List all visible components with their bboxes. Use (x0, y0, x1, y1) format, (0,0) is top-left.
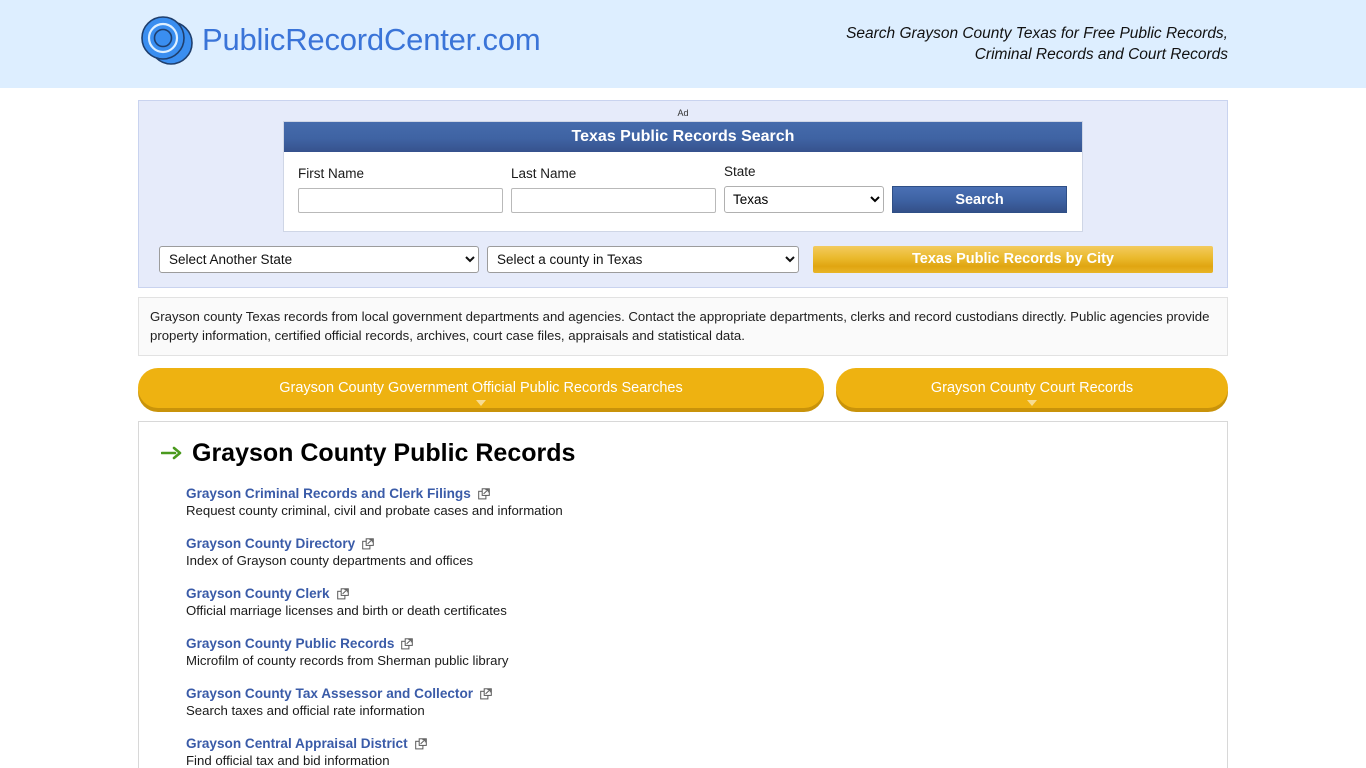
first-name-field-group: First Name (298, 166, 503, 213)
county-description: Grayson county Texas records from local … (138, 297, 1228, 356)
court-records-label: Grayson County Court Records (930, 380, 1134, 396)
chevron-down-icon (476, 400, 486, 406)
last-name-label: Last Name (511, 166, 577, 181)
external-link-icon (401, 637, 414, 650)
record-link-description: Request county criminal, civil and proba… (186, 503, 563, 518)
list-item: Grayson County Directory Index of Grayso… (186, 536, 1211, 570)
record-link[interactable]: Grayson County Clerk (186, 586, 330, 601)
texas-records-search-widget: Texas Public Records Search First Name L… (283, 121, 1083, 232)
list-item: Grayson County Public Records Microfilm … (186, 636, 1211, 670)
record-link[interactable]: Grayson County Directory (186, 536, 355, 551)
green-right-arrow-icon (160, 441, 183, 466)
external-link-icon (480, 687, 492, 700)
records-by-city-button[interactable]: Texas Public Records by City (813, 246, 1213, 273)
another-state-select[interactable]: Select Another State (159, 246, 479, 273)
external-link-icon (477, 487, 490, 500)
brand-name: PublicRecordCenter.com (202, 22, 541, 57)
page-body: Ad Texas Public Records Search First Nam… (0, 100, 1366, 768)
court-records-button[interactable]: Grayson County Court Records (836, 368, 1228, 408)
link-row: Grayson County Clerk (186, 586, 1211, 601)
overlapping-discs-logo-icon (138, 12, 196, 68)
chevron-down-icon (1027, 400, 1037, 406)
record-link[interactable]: Grayson Criminal Records and Clerk Filin… (186, 486, 471, 501)
external-link-icon (414, 737, 427, 750)
last-name-field-group: Last Name (511, 166, 716, 213)
record-link-description: Find official tax and bid information (186, 753, 390, 768)
public-records-panel: Grayson County Public Records Grayson Cr… (138, 421, 1228, 768)
external-link-icon (362, 537, 375, 550)
link-row: Grayson County Public Records (186, 636, 1211, 651)
search-widget-title: Texas Public Records Search (284, 122, 1082, 152)
records-link-list: Grayson Criminal Records and Clerk Filin… (186, 486, 1211, 768)
gov-official-records-button[interactable]: Grayson County Government Official Publi… (138, 368, 824, 408)
list-item: Grayson Criminal Records and Clerk Filin… (186, 486, 1211, 520)
search-widget-form: First Name Last Name State Texas Search (284, 152, 1082, 231)
record-link-description: Index of Grayson county departments and … (186, 553, 474, 568)
first-name-input[interactable] (298, 188, 503, 213)
tagline-line-2: Criminal Records and Court Records (974, 46, 1228, 63)
state-field-group: State Texas (724, 164, 884, 213)
page-title-text: Grayson County Public Records (192, 439, 576, 467)
page-tagline: Search Grayson County Texas for Free Pub… (846, 23, 1228, 65)
tagline-line-1: Search Grayson County Texas for Free Pub… (846, 25, 1228, 42)
state-county-selector-row: Select Another State Select a county in … (159, 246, 1227, 273)
record-link-description: Official marriage licenses and birth or … (186, 603, 507, 618)
list-item: Grayson County Clerk Official marriage l… (186, 586, 1211, 620)
site-logo[interactable]: PublicRecordCenter.com (138, 12, 541, 68)
last-name-input[interactable] (511, 188, 716, 213)
gov-official-records-label: Grayson County Government Official Publi… (279, 380, 683, 396)
page-title: Grayson County Public Records (160, 439, 1211, 468)
site-header: PublicRecordCenter.com Search Grayson Co… (0, 0, 1366, 88)
link-row: Grayson County Directory (186, 536, 1211, 551)
external-link-icon (336, 587, 349, 600)
state-label: State (724, 164, 756, 179)
ad-search-panel: Ad Texas Public Records Search First Nam… (138, 100, 1228, 288)
link-row: Grayson Central Appraisal District (186, 736, 1211, 751)
state-select[interactable]: Texas (724, 186, 884, 213)
record-link-description: Search taxes and official rate informati… (186, 703, 425, 718)
link-row: Grayson Criminal Records and Clerk Filin… (186, 486, 1211, 501)
first-name-label: First Name (298, 166, 365, 181)
record-link[interactable]: Grayson Central Appraisal District (186, 736, 408, 751)
record-link[interactable]: Grayson County Tax Assessor and Collecto… (186, 686, 473, 701)
record-link-description: Microfilm of county records from Sherman… (186, 653, 509, 668)
county-select[interactable]: Select a county in Texas (487, 246, 799, 273)
record-link[interactable]: Grayson County Public Records (186, 636, 394, 651)
list-item: Grayson County Tax Assessor and Collecto… (186, 686, 1211, 720)
gold-button-row: Grayson County Government Official Publi… (138, 368, 1228, 408)
ad-label: Ad (677, 108, 689, 118)
link-row: Grayson County Tax Assessor and Collecto… (186, 686, 1211, 701)
search-button[interactable]: Search (892, 186, 1067, 213)
list-item: Grayson Central Appraisal District Find … (186, 736, 1211, 768)
